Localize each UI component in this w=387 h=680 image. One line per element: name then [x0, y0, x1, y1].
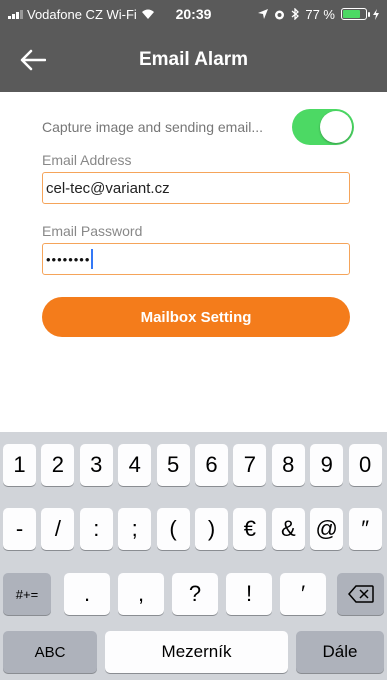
key-abc[interactable]: ABC [3, 631, 97, 673]
key[interactable]: 5 [156, 444, 190, 486]
mailbox-setting-button[interactable]: Mailbox Setting [42, 297, 350, 337]
status-bar: Vodafone CZ Wi-Fi 20:39 77 % [0, 0, 387, 28]
text-caret [91, 249, 94, 269]
key[interactable]: ′ [280, 573, 326, 615]
key[interactable]: / [41, 508, 75, 550]
capture-toggle[interactable] [292, 109, 354, 145]
capture-label: Capture image and sending email... [42, 119, 264, 135]
status-right: 77 % [258, 7, 379, 22]
key[interactable]: 3 [79, 444, 113, 486]
key-space[interactable]: Mezerník [105, 631, 288, 673]
password-label: Email Password [42, 223, 143, 239]
key[interactable]: ? [172, 573, 218, 615]
key[interactable]: , [118, 573, 164, 615]
email-value: cel-tec@variant.cz [46, 179, 170, 197]
key[interactable]: 9 [310, 444, 344, 486]
key[interactable]: 0 [348, 444, 382, 486]
carrier-label: Vodafone CZ Wi-Fi [27, 6, 137, 22]
key[interactable]: ) [195, 508, 228, 550]
bluetooth-icon [291, 8, 300, 20]
toggle-knob [320, 111, 352, 143]
back-button[interactable] [18, 46, 48, 74]
charging-icon [373, 8, 379, 20]
capture-row: Capture image and sending email... [42, 109, 354, 145]
key[interactable]: - [3, 508, 36, 550]
nav-bar: Email Alarm [0, 28, 387, 92]
key[interactable]: @ [310, 508, 344, 550]
signal-icon [8, 9, 23, 19]
key[interactable]: ; [118, 508, 152, 550]
key-return[interactable]: Dále [296, 631, 384, 673]
wifi-icon [141, 9, 154, 19]
battery-level [343, 10, 360, 18]
battery-percent: 77 % [305, 6, 335, 22]
alarm-icon [275, 10, 285, 19]
backspace-icon [347, 585, 374, 603]
password-value: •••••••• [46, 251, 91, 267]
key-delete[interactable] [337, 573, 384, 615]
location-icon [258, 9, 269, 19]
key[interactable]: . [64, 573, 110, 615]
key[interactable]: 2 [41, 444, 75, 486]
key[interactable]: ( [156, 508, 190, 550]
status-time: 20:39 [175, 6, 212, 22]
key[interactable]: ″ [348, 508, 382, 550]
key-symbols[interactable]: #+= [3, 573, 51, 615]
battery-icon [341, 8, 370, 20]
key[interactable]: & [271, 508, 305, 550]
email-field[interactable]: cel-tec@variant.cz [42, 172, 350, 204]
key[interactable]: 4 [118, 444, 152, 486]
arrow-left-icon [20, 49, 46, 71]
key[interactable]: : [79, 508, 113, 550]
email-label: Email Address [42, 152, 132, 168]
page-title: Email Alarm [138, 49, 249, 70]
key[interactable]: 8 [271, 444, 305, 486]
key[interactable]: ! [226, 573, 272, 615]
keyboard: #+= ABC Mezerník Dále 1 2 3 4 5 6 7 8 9 0 - /:;() € &… [0, 432, 387, 680]
key[interactable]: 6 [195, 444, 228, 486]
password-field[interactable]: •••••••• [42, 243, 350, 275]
email-alarm-form: Capture image and sending email... Email… [0, 92, 387, 432]
key[interactable]: € [233, 508, 267, 550]
key[interactable]: 1 [3, 444, 36, 486]
key[interactable]: 7 [233, 444, 267, 486]
status-left: Vodafone CZ Wi-Fi [8, 7, 155, 22]
